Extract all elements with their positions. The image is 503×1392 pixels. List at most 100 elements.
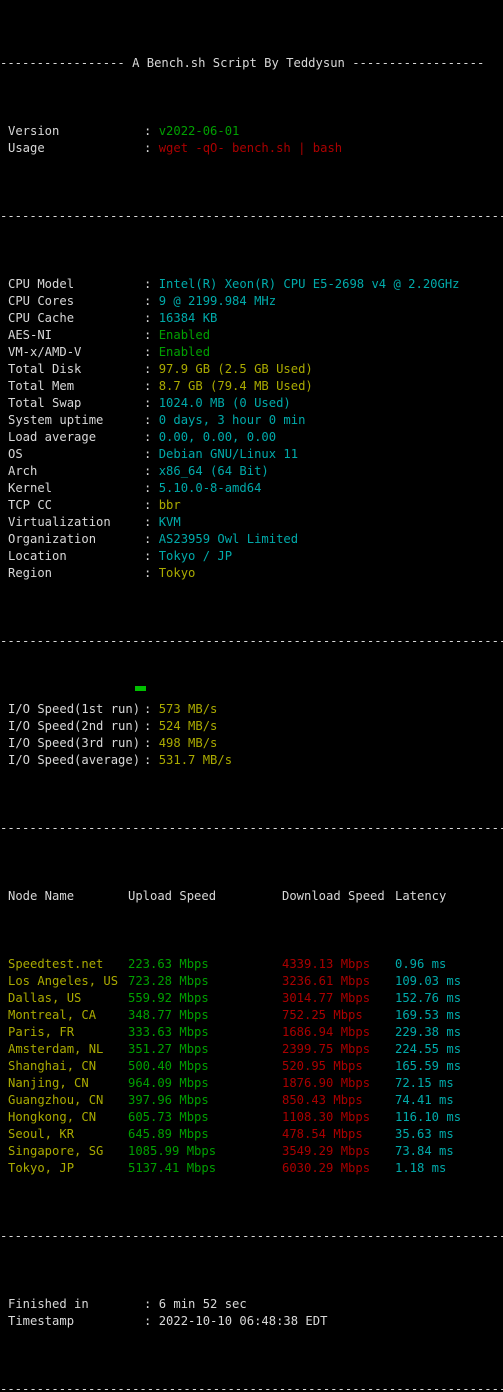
footer-colon: : [144, 1314, 159, 1328]
cell-upload-speed: 223.63 Mbps [128, 957, 209, 971]
sysinfo-value: Enabled [158, 328, 211, 342]
cell-node-name: Paris, FR [8, 1025, 75, 1039]
sysinfo-row: Kernel: 5.10.0-8-amd64 [0, 480, 503, 497]
column-header-node-name: Node Name [8, 889, 75, 903]
table-row: Nanjing, CN 964.09 Mbps 1876.90 Mbps 72.15 … [0, 1075, 503, 1092]
sysinfo-value: 1024.0 MB (0 Used) [158, 396, 291, 410]
io-speed-value: 573 MB/s [158, 702, 218, 716]
speedtest-header-row: Node Name Upload Speed Download Speed Laten… [0, 888, 503, 905]
table-row: Singapore, SG 1085.99 Mbps 3549.29 Mbps 73.… [0, 1143, 503, 1160]
sysinfo-value: 0 days, 3 hour 0 min [158, 413, 306, 427]
cell-latency: 1.18 ms [395, 1161, 447, 1175]
sysinfo-row: Virtualization: KVM [0, 514, 503, 531]
sysinfo-colon: : [144, 396, 159, 410]
sysinfo-label: CPU Cache [8, 311, 75, 325]
table-row: Amsterdam, NL 351.27 Mbps 2399.75 Mbps 224.… [0, 1041, 503, 1058]
sysinfo-label: TCP CC [8, 498, 53, 512]
banner-right-dashes: ------------------ [352, 56, 485, 70]
sysinfo-label: CPU Cores [8, 294, 75, 308]
cell-upload-speed: 964.09 Mbps [128, 1076, 209, 1090]
sysinfo-row: Organization: AS23959 Owl Limited [0, 531, 503, 548]
sysinfo-row: Arch: x86_64 (64 Bit) [0, 463, 503, 480]
sysinfo-colon: : [144, 566, 159, 580]
cell-node-name: Seoul, KR [8, 1127, 75, 1141]
io-speed-section: I/O Speed(1st run): 573 MB/s I/O Speed(2n… [0, 701, 503, 769]
footer-row: Timestamp: 2022-10-10 06:48:38 EDT [0, 1313, 503, 1330]
sysinfo-row: System uptime: 0 days, 3 hour 0 min [0, 412, 503, 429]
sysinfo-label: Organization [8, 532, 97, 546]
table-row: Guangzhou, CN 397.96 Mbps 850.43 Mbps 74.41… [0, 1092, 503, 1109]
sysinfo-row: Total Disk: 97.9 GB (2.5 GB Used) [0, 361, 503, 378]
sysinfo-label: Virtualization [8, 515, 111, 529]
io-speed-label: I/O Speed(2nd run) [8, 719, 141, 733]
cell-upload-speed: 500.40 Mbps [128, 1059, 209, 1073]
io-speed-value: 498 MB/s [158, 736, 218, 750]
separator-1: ----------------------------------------… [0, 209, 503, 223]
sysinfo-label: Location [8, 549, 67, 563]
sysinfo-row: TCP CC: bbr [0, 497, 503, 514]
sysinfo-row: AES-NI: Enabled [0, 327, 503, 344]
cell-upload-speed: 645.89 Mbps [128, 1127, 209, 1141]
sysinfo-colon: : [144, 532, 159, 546]
terminal-output: ----------------- A Bench.sh Script By T… [0, 0, 503, 1392]
sysinfo-colon: : [144, 549, 159, 563]
cell-download-speed: 850.43 Mbps [282, 1093, 363, 1107]
cell-download-speed: 520.95 Mbps [282, 1059, 363, 1073]
sysinfo-row: Load average: 0.00, 0.00, 0.00 [0, 429, 503, 446]
footer-value: 6 min 52 sec [158, 1297, 247, 1311]
column-header-upload-speed: Upload Speed [128, 889, 217, 903]
separator-4: ----------------------------------------… [0, 1229, 503, 1243]
sysinfo-row: Location: Tokyo / JP [0, 548, 503, 565]
sysinfo-row: Total Swap: 1024.0 MB (0 Used) [0, 395, 503, 412]
cell-download-speed: 1876.90 Mbps [282, 1076, 371, 1090]
sysinfo-colon: : [144, 447, 159, 461]
sysinfo-value: 8.7 GB (79.4 MB Used) [158, 379, 313, 393]
io-speed-label: I/O Speed(3rd run) [8, 736, 141, 750]
sysinfo-colon: : [144, 464, 159, 478]
meta-label: Version [8, 124, 60, 138]
cell-download-speed: 478.54 Mbps [282, 1127, 363, 1141]
sysinfo-label: Load average [8, 430, 97, 444]
cell-node-name: Dallas, US [8, 991, 82, 1005]
meta-label: Usage [8, 141, 45, 155]
footer-value: 2022-10-10 06:48:38 EDT [158, 1314, 328, 1328]
sysinfo-label: Total Swap [8, 396, 82, 410]
column-header-download-speed: Download Speed [282, 889, 385, 903]
io-speed-row: I/O Speed(1st run): 573 MB/s [0, 701, 503, 718]
sysinfo-value: AS23959 Owl Limited [158, 532, 299, 546]
cell-download-speed: 2399.75 Mbps [282, 1042, 371, 1056]
cell-upload-speed: 5137.41 Mbps [128, 1161, 217, 1175]
banner-left-dashes: ----------------- [0, 56, 125, 70]
speedtest-table-body: Speedtest.net 223.63 Mbps 4339.13 Mbps 0.96… [0, 956, 503, 1177]
meta-colon: : [144, 124, 159, 138]
table-row: Seoul, KR 645.89 Mbps 478.54 Mbps 35.63 ms [0, 1126, 503, 1143]
cell-upload-speed: 1085.99 Mbps [128, 1144, 217, 1158]
cell-download-speed: 752.25 Mbps [282, 1008, 363, 1022]
sysinfo-label: AES-NI [8, 328, 53, 342]
sysinfo-value: 16384 KB [158, 311, 218, 325]
sysinfo-value: Tokyo / JP [158, 549, 233, 563]
cell-download-speed: 3549.29 Mbps [282, 1144, 371, 1158]
table-row: Montreal, CA 348.77 Mbps 752.25 Mbps 169.53… [0, 1007, 503, 1024]
table-row: Shanghai, CN 500.40 Mbps 520.95 Mbps 165.59… [0, 1058, 503, 1075]
column-header-latency: Latency [395, 889, 447, 903]
cell-download-speed: 6030.29 Mbps [282, 1161, 371, 1175]
separator-5: ----------------------------------------… [0, 1382, 503, 1392]
cell-latency: 165.59 ms [395, 1059, 462, 1073]
system-info-section: CPU Model: Intel(R) Xeon(R) CPU E5-2698 … [0, 276, 503, 582]
banner-title: A Bench.sh Script By Teddysun [124, 56, 353, 70]
meta-row: Usage: wget -qO- bench.sh | bash [0, 140, 503, 157]
table-row: Speedtest.net 223.63 Mbps 4339.13 Mbps 0.96… [0, 956, 503, 973]
cell-upload-speed: 397.96 Mbps [128, 1093, 209, 1107]
cell-node-name: Hongkong, CN [8, 1110, 97, 1124]
sysinfo-row: CPU Cores: 9 @ 2199.984 MHz [0, 293, 503, 310]
io-speed-label: I/O Speed(average) [8, 753, 141, 767]
cell-node-name: Montreal, CA [8, 1008, 97, 1022]
cell-latency: 74.41 ms [395, 1093, 454, 1107]
meta-row: Version: v2022-06-01 [0, 123, 503, 140]
sysinfo-colon: : [144, 362, 159, 376]
sysinfo-value: bbr [158, 498, 181, 512]
cell-latency: 116.10 ms [395, 1110, 462, 1124]
io-speed-value: 531.7 MB/s [158, 753, 233, 767]
cell-latency: 169.53 ms [395, 1008, 462, 1022]
